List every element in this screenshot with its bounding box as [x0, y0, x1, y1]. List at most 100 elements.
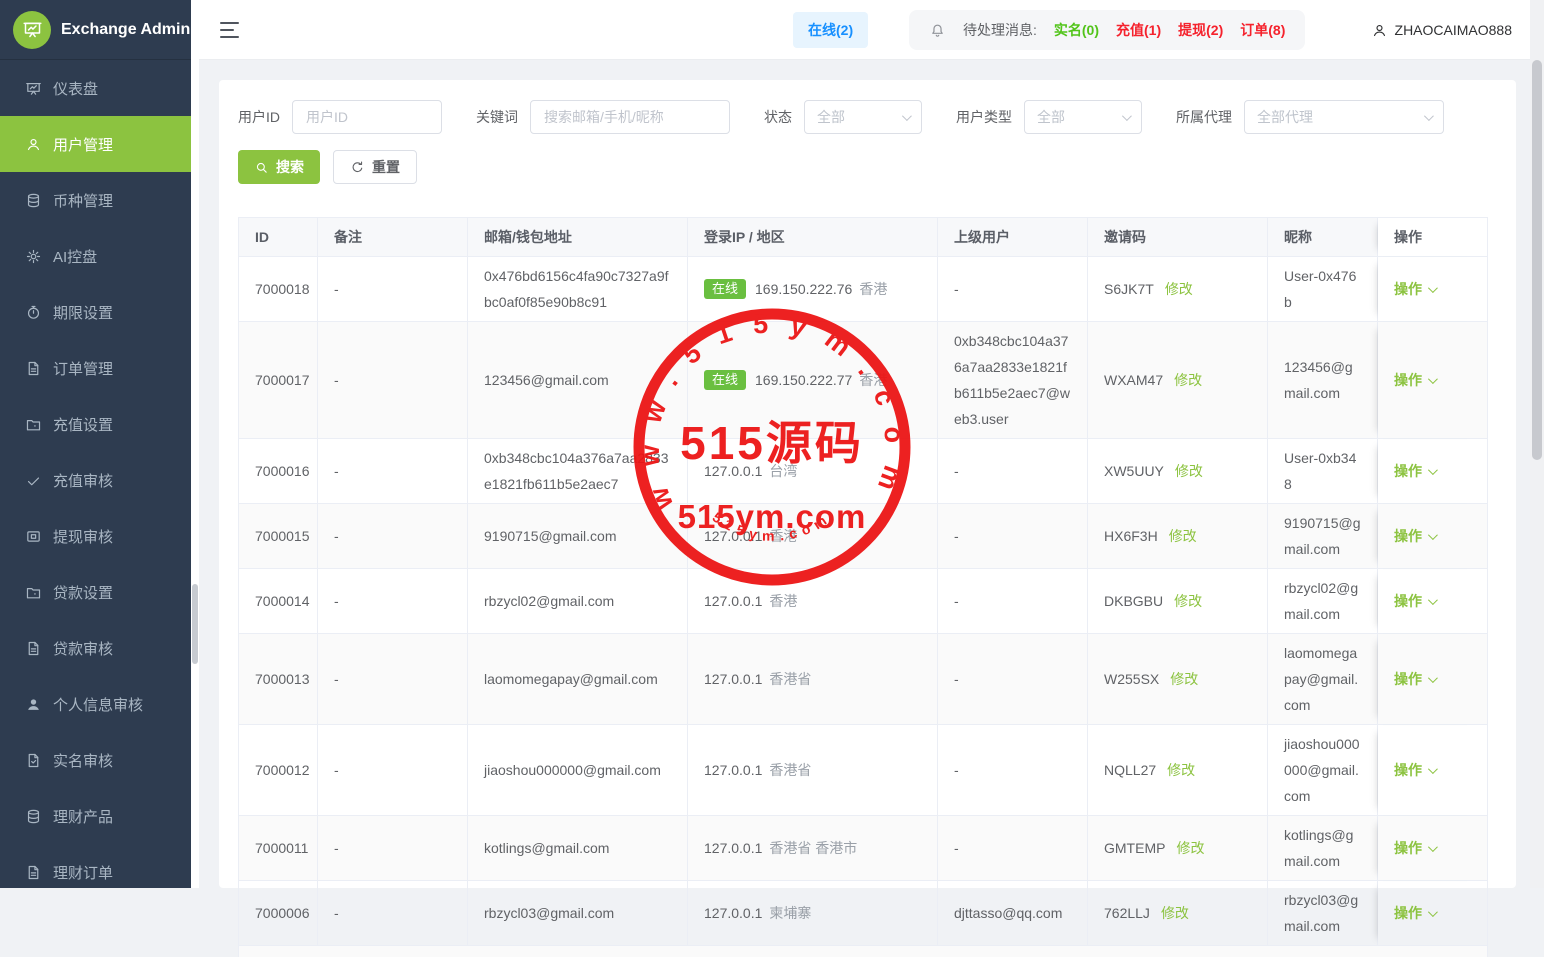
- cell-ip: 在线169.150.222.76香港: [688, 257, 938, 322]
- table-row: 7000011-kotlings@gmail.com127.0.0.1香港省 香…: [238, 816, 1488, 881]
- edit-invite-link[interactable]: 修改: [1176, 835, 1204, 861]
- user-id-input[interactable]: [292, 100, 442, 134]
- cell-email: 123456@gmail.com: [468, 322, 688, 439]
- sidebar-item-loan-review[interactable]: 贷款审核: [0, 620, 191, 676]
- edit-invite-link[interactable]: 修改: [1170, 666, 1198, 692]
- column-header-email: 邮箱/钱包地址: [468, 217, 688, 257]
- row-actions-dropdown[interactable]: 操作: [1394, 367, 1435, 393]
- sidebar-item-user-management[interactable]: 用户管理: [0, 116, 191, 172]
- sidebar-item-term-settings[interactable]: 期限设置: [0, 284, 191, 340]
- row-actions-dropdown[interactable]: 操作: [1394, 458, 1435, 484]
- pending-order-link[interactable]: 订单(8): [1240, 20, 1285, 40]
- cell-id: 7000015: [238, 504, 318, 569]
- row-actions-dropdown[interactable]: 操作: [1394, 900, 1435, 926]
- cell-email: 0xb348cbc104a376a7aa2833e1821fb611b5e2ae…: [468, 439, 688, 504]
- cell-id: 7000013: [238, 634, 318, 725]
- cell-id: 7000016: [238, 439, 318, 504]
- table-row: 7000018-0x476bd6156c4fa90c7327a9fbc0af0f…: [238, 257, 1488, 322]
- ip-region: 香港: [769, 523, 797, 549]
- row-actions-dropdown[interactable]: 操作: [1394, 666, 1435, 692]
- cell-actions: 操作: [1378, 881, 1488, 946]
- page-scrollbar-thumb[interactable]: [1532, 60, 1542, 460]
- pending-label: 待处理消息:: [963, 20, 1037, 40]
- page-scrollbar[interactable]: [1530, 0, 1544, 888]
- sidebar-item-recharge-settings[interactable]: 充值设置: [0, 396, 191, 452]
- sidebar-item-recharge-review[interactable]: 充值审核: [0, 452, 191, 508]
- column-header-note: 备注: [318, 217, 468, 257]
- pending-recharge-link[interactable]: 充值(1): [1116, 20, 1161, 40]
- edit-invite-link[interactable]: 修改: [1175, 458, 1203, 484]
- sidebar-item-label: AI控盘: [53, 246, 97, 267]
- search-icon: [254, 160, 269, 175]
- cell-id: 7000018: [238, 257, 318, 322]
- cell-nick: User-0xb348: [1268, 439, 1378, 504]
- cell-nick: 9190715@gmail.com: [1268, 504, 1378, 569]
- cell-invite: DKBGBU修改: [1088, 569, 1268, 634]
- edit-invite-link[interactable]: 修改: [1169, 523, 1197, 549]
- row-actions-dropdown[interactable]: 操作: [1394, 276, 1435, 302]
- sidebar-scrollbar[interactable]: [191, 0, 199, 888]
- sidebar-item-withdraw-review[interactable]: 提现审核: [0, 508, 191, 564]
- search-button[interactable]: 搜索: [238, 150, 320, 184]
- sidebar-scrollbar-thumb[interactable]: [192, 584, 198, 664]
- cell-nick: rbzycl03@gmail.com: [1268, 881, 1378, 946]
- sidebar-menu: 仪表盘用户管理币种管理 AI控盘期限设置订单管理充值设置充值审核提现审核贷款设置贷…: [0, 60, 191, 888]
- pending-withdraw-link[interactable]: 提现(2): [1178, 20, 1223, 40]
- sidebar-item-dashboard[interactable]: 仪表盘: [0, 60, 191, 116]
- sidebar-item-ai-control[interactable]: AI控盘: [0, 228, 191, 284]
- brand: Exchange Admin: [0, 0, 191, 60]
- chevron-down-icon: [1428, 283, 1438, 293]
- agent-select[interactable]: 全部代理: [1244, 100, 1444, 134]
- check-icon: [25, 472, 42, 489]
- user-menu[interactable]: ZHAOCAIMAO888: [1371, 0, 1512, 60]
- edit-invite-link[interactable]: 修改: [1161, 900, 1189, 926]
- folder-icon: [25, 584, 42, 601]
- row-actions-dropdown[interactable]: 操作: [1394, 588, 1435, 614]
- cell-id: 7000017: [238, 322, 318, 439]
- cell-actions: 操作: [1378, 816, 1488, 881]
- cell-id: 7000011: [238, 816, 318, 881]
- cell-invite: WXAM47修改: [1088, 322, 1268, 439]
- column-header-id: ID: [238, 217, 318, 257]
- status-select[interactable]: 全部: [804, 100, 922, 134]
- chevron-down-icon: [1428, 842, 1438, 852]
- cell-note: -: [318, 634, 468, 725]
- ip-region: 香港省 香港市: [769, 835, 857, 861]
- edit-invite-link[interactable]: 修改: [1174, 588, 1202, 614]
- row-actions-dropdown[interactable]: 操作: [1394, 835, 1435, 861]
- cell-email: rbzycl02@gmail.com: [468, 569, 688, 634]
- partial-next-row: [238, 946, 1488, 957]
- sidebar-item-wealth-orders[interactable]: 理财订单: [0, 844, 191, 888]
- user-type-select[interactable]: 全部: [1024, 100, 1142, 134]
- keyword-input[interactable]: [530, 100, 730, 134]
- sidebar-item-label: 提现审核: [53, 526, 113, 547]
- collapse-menu-button[interactable]: [220, 22, 239, 38]
- sidebar-item-coin-management[interactable]: 币种管理: [0, 172, 191, 228]
- row-actions-dropdown[interactable]: 操作: [1394, 523, 1435, 549]
- pending-list: 实名(0) 充值(1) 提现(2) 订单(8): [1054, 20, 1286, 40]
- cell-parent: 0xb348cbc104a376a7aa2833e1821fb611b5e2ae…: [938, 322, 1088, 439]
- sidebar-item-wealth-products[interactable]: 理财产品: [0, 788, 191, 844]
- row-actions-dropdown[interactable]: 操作: [1394, 757, 1435, 783]
- table-row: 7000014-rbzycl02@gmail.com127.0.0.1香港-DK…: [238, 569, 1488, 634]
- reset-button[interactable]: 重置: [333, 150, 417, 184]
- edit-invite-link[interactable]: 修改: [1167, 757, 1195, 783]
- cell-invite: XW5UUY修改: [1088, 439, 1268, 504]
- edit-invite-link[interactable]: 修改: [1165, 276, 1193, 302]
- sidebar-item-loan-settings[interactable]: 贷款设置: [0, 564, 191, 620]
- cell-actions: 操作: [1378, 322, 1488, 439]
- sidebar-item-label: 期限设置: [53, 302, 113, 323]
- sidebar-item-profile-review[interactable]: 个人信息审核: [0, 676, 191, 732]
- cell-note: -: [318, 569, 468, 634]
- cell-parent: -: [938, 569, 1088, 634]
- edit-invite-link[interactable]: 修改: [1174, 367, 1202, 393]
- sidebar-item-kyc-review[interactable]: 实名审核: [0, 732, 191, 788]
- cell-note: -: [318, 881, 468, 946]
- chevron-down-icon: [1428, 374, 1438, 384]
- sidebar-item-order-management[interactable]: 订单管理: [0, 340, 191, 396]
- username: ZHAOCAIMAO888: [1395, 22, 1512, 38]
- sidebar-item-label: 个人信息审核: [53, 694, 143, 715]
- pending-kyc-link[interactable]: 实名(0): [1054, 20, 1099, 40]
- online-users-chip[interactable]: 在线(2): [793, 12, 868, 48]
- table-row: 7000015-9190715@gmail.com127.0.0.1香港-HX6…: [238, 504, 1488, 569]
